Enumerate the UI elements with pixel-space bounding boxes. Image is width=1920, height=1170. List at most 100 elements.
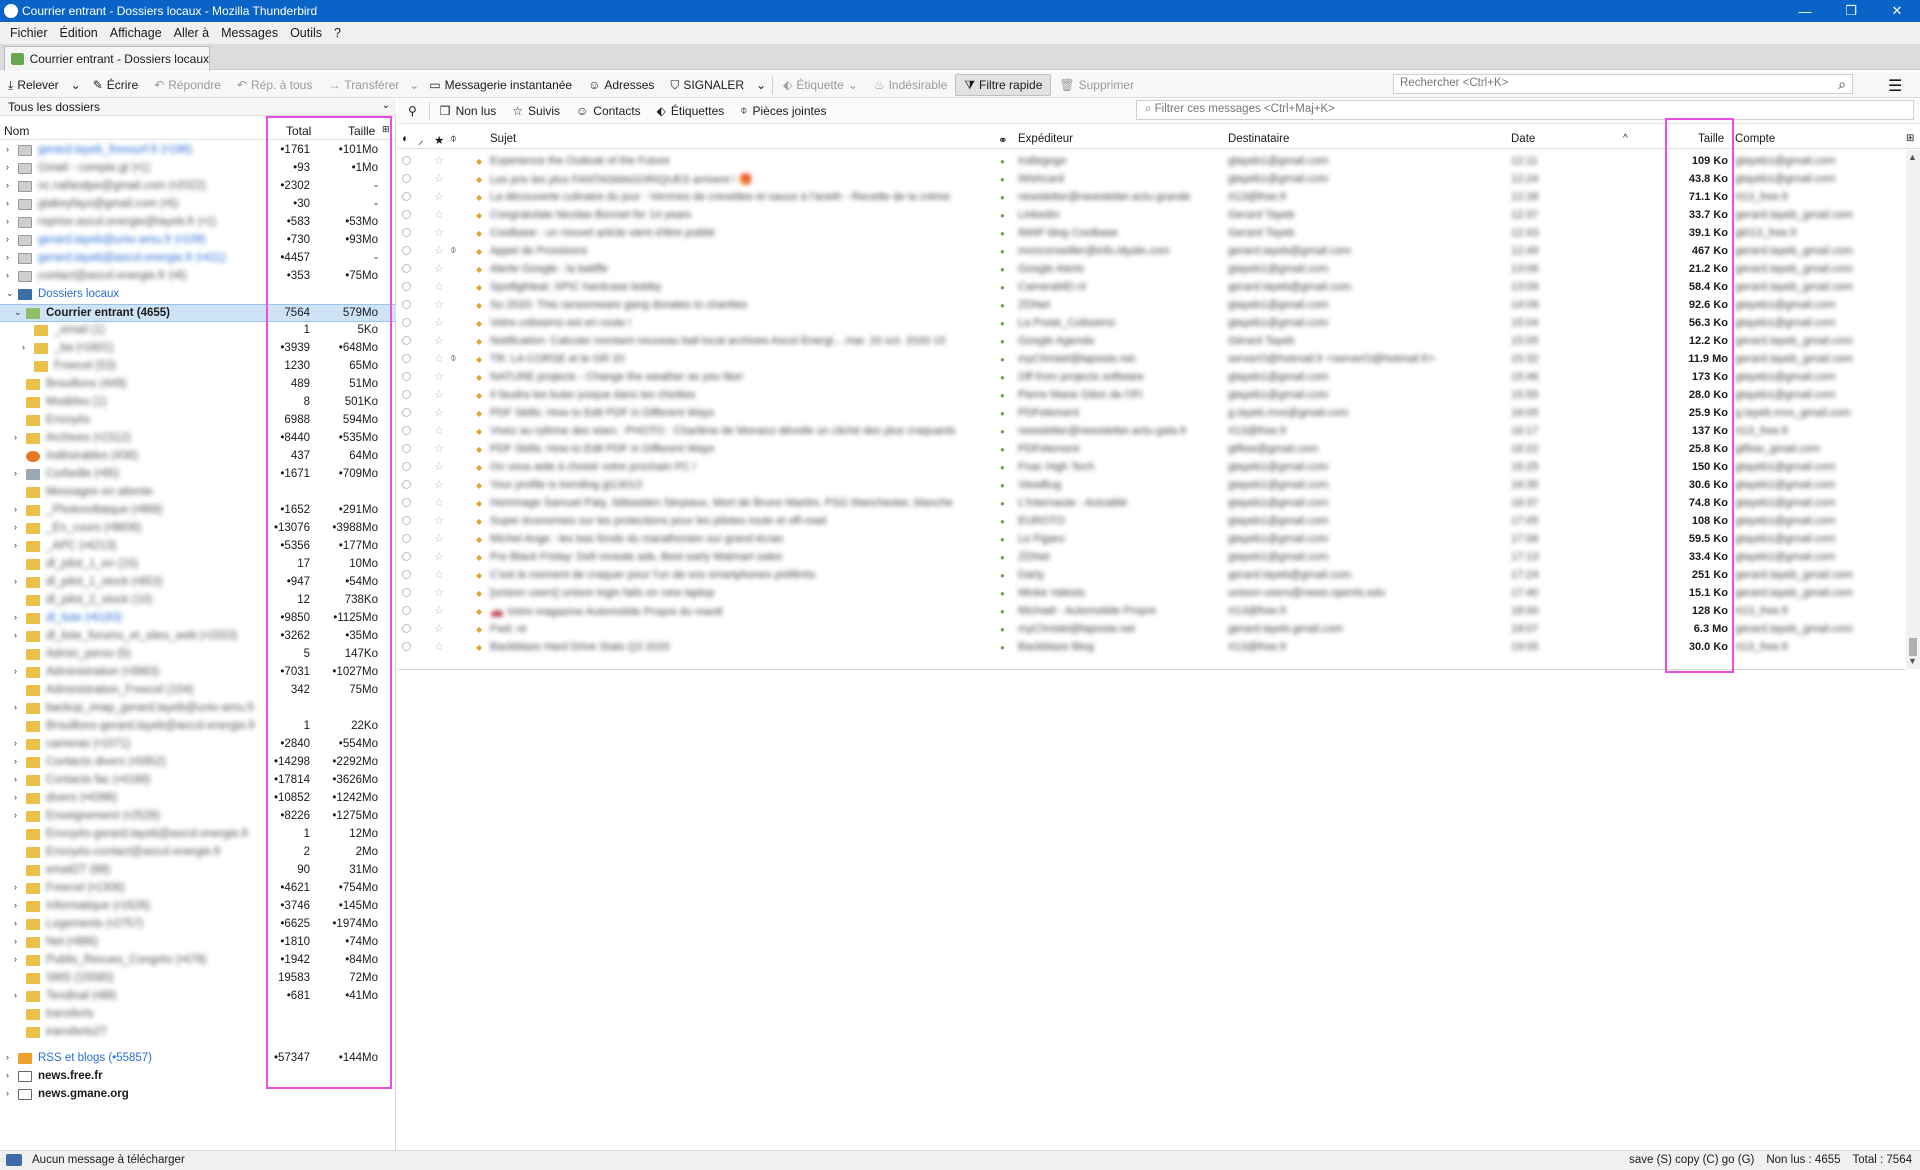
chevron-right-icon[interactable]: ›	[14, 576, 17, 586]
star-icon[interactable]: ☆	[434, 190, 444, 203]
tag-button[interactable]: ⬖ Étiquette ⌄	[775, 74, 866, 96]
read-status-icon[interactable]	[402, 210, 411, 219]
forward-button[interactable]: → Transférer	[320, 74, 407, 96]
chevron-right-icon[interactable]: ›	[22, 342, 25, 352]
menu-go[interactable]: Aller à	[168, 26, 215, 40]
read-status-icon[interactable]	[402, 282, 411, 291]
read-status-icon[interactable]	[402, 354, 411, 363]
get-mail-dropdown[interactable]: ⌄	[67, 74, 85, 96]
search-icon[interactable]: ⌕	[1838, 76, 1846, 93]
column-status-icon[interactable]: ⚭	[998, 133, 1008, 147]
chevron-right-icon[interactable]: ›	[14, 630, 17, 640]
read-status-icon[interactable]	[402, 462, 411, 471]
read-status-icon[interactable]	[402, 588, 411, 597]
chevron-right-icon[interactable]: ›	[14, 990, 17, 1000]
filter-tags-button[interactable]: ⬖ Étiquettes	[649, 104, 733, 118]
column-recipient[interactable]: Destinataire	[1228, 133, 1289, 145]
read-status-icon[interactable]	[402, 300, 411, 309]
reply-all-button[interactable]: ↶ Rép. à tous	[229, 74, 320, 96]
read-status-icon[interactable]	[402, 534, 411, 543]
star-icon[interactable]: ☆	[434, 640, 444, 653]
star-icon[interactable]: ☆	[434, 298, 444, 311]
chevron-right-icon[interactable]: ›	[14, 792, 17, 802]
star-icon[interactable]: ☆	[434, 622, 444, 635]
chevron-right-icon[interactable]: ›	[14, 882, 17, 892]
folder-mode-select[interactable]: Tous les dossiers ⌄	[0, 98, 396, 116]
read-status-icon[interactable]	[402, 246, 411, 255]
star-icon[interactable]: ☆	[434, 334, 444, 347]
chevron-right-icon[interactable]: ›	[14, 540, 17, 550]
read-status-icon[interactable]	[402, 228, 411, 237]
chevron-right-icon[interactable]: ›	[14, 702, 17, 712]
chevron-right-icon[interactable]: ›	[14, 504, 17, 514]
read-status-icon[interactable]	[402, 570, 411, 579]
read-status-icon[interactable]	[402, 426, 411, 435]
write-button[interactable]: ✎ Écrire	[85, 74, 146, 96]
star-icon[interactable]: ☆	[434, 460, 444, 473]
chevron-right-icon[interactable]: ›	[6, 144, 9, 154]
read-column-icon[interactable]: ⸝	[418, 133, 424, 148]
star-icon[interactable]: ☆	[434, 604, 444, 617]
read-status-icon[interactable]	[402, 444, 411, 453]
chevron-right-icon[interactable]: ›	[6, 1052, 9, 1062]
column-picker-icon[interactable]: ⊞	[1906, 133, 1914, 144]
column-name[interactable]: Nom	[4, 124, 29, 138]
chevron-right-icon[interactable]: ›	[14, 954, 17, 964]
column-date[interactable]: Date	[1511, 133, 1535, 145]
menu-edit[interactable]: Édition	[54, 26, 104, 40]
restore-icon[interactable]: ❐	[1828, 0, 1874, 22]
filter-unread-button[interactable]: ❒ Non lus	[432, 104, 504, 118]
star-icon[interactable]: ☆	[434, 550, 444, 563]
star-icon[interactable]: ☆	[434, 496, 444, 509]
star-icon[interactable]: ☆	[434, 532, 444, 545]
menu-messages[interactable]: Messages	[215, 26, 284, 40]
read-status-icon[interactable]	[402, 336, 411, 345]
chevron-right-icon[interactable]: ›	[14, 432, 17, 442]
thread-column-icon[interactable]: ◐	[402, 133, 409, 145]
filter-attachments-button[interactable]: ⌽ Pièces jointes	[732, 103, 834, 118]
chevron-right-icon[interactable]: ›	[14, 936, 17, 946]
star-icon[interactable]: ☆	[434, 424, 444, 437]
star-icon[interactable]: ☆	[434, 316, 444, 329]
menu-file[interactable]: Fichier	[4, 26, 54, 40]
junk-button[interactable]: ♨ Indésirable	[866, 74, 955, 96]
menu-view[interactable]: Affichage	[104, 26, 168, 40]
report-button[interactable]: ⛉ SIGNALER	[662, 74, 752, 96]
tab-inbox[interactable]: Courrier entrant - Dossiers locaux	[4, 46, 210, 71]
star-icon[interactable]: ☆	[434, 154, 444, 167]
chevron-right-icon[interactable]: ›	[14, 666, 17, 676]
chevron-right-icon[interactable]: ›	[6, 162, 9, 172]
app-menu-icon[interactable]: ☰	[1888, 76, 1902, 96]
read-status-icon[interactable]	[402, 372, 411, 381]
sticky-filter-pin[interactable]: ⚲	[398, 104, 427, 118]
close-icon[interactable]: ✕	[1874, 0, 1920, 22]
star-icon[interactable]: ☆	[434, 568, 444, 581]
filter-starred-button[interactable]: ☆ Suivis	[504, 104, 568, 118]
chevron-right-icon[interactable]: ›	[6, 234, 9, 244]
star-icon[interactable]: ☆	[434, 352, 444, 365]
column-subject[interactable]: Sujet	[490, 133, 516, 145]
get-mail-button[interactable]: ⤓ Relever	[0, 74, 67, 96]
star-icon[interactable]: ☆	[434, 244, 444, 257]
report-dropdown[interactable]: ⌄	[752, 74, 770, 96]
message-list-scrollbar[interactable]: ▲ ▼	[1906, 150, 1920, 669]
read-status-icon[interactable]	[402, 642, 411, 651]
column-account[interactable]: Compte	[1735, 133, 1775, 145]
reply-button[interactable]: ↶ Répondre	[146, 74, 229, 96]
quick-filter-button[interactable]: ⧩ Filtre rapide	[955, 73, 1052, 96]
chevron-right-icon[interactable]: ›	[6, 1070, 9, 1080]
star-icon[interactable]: ☆	[434, 172, 444, 185]
star-icon[interactable]: ☆	[434, 370, 444, 383]
chevron-right-icon[interactable]: ›	[14, 468, 17, 478]
minimize-icon[interactable]: —	[1782, 0, 1828, 22]
chevron-down-icon[interactable]: ⌄	[14, 307, 22, 318]
chat-button[interactable]: ▭ Messagerie instantanée	[421, 74, 580, 96]
star-icon[interactable]: ☆	[434, 280, 444, 293]
read-status-icon[interactable]	[402, 264, 411, 273]
star-icon[interactable]: ☆	[434, 514, 444, 527]
read-status-icon[interactable]	[402, 174, 411, 183]
scroll-down-icon[interactable]: ▼	[1908, 656, 1917, 666]
message-filter-input[interactable]: ⌕ Filtrer ces messages <Ctrl+Maj+K>	[1136, 100, 1914, 120]
read-status-icon[interactable]	[402, 516, 411, 525]
chevron-right-icon[interactable]: ›	[14, 756, 17, 766]
